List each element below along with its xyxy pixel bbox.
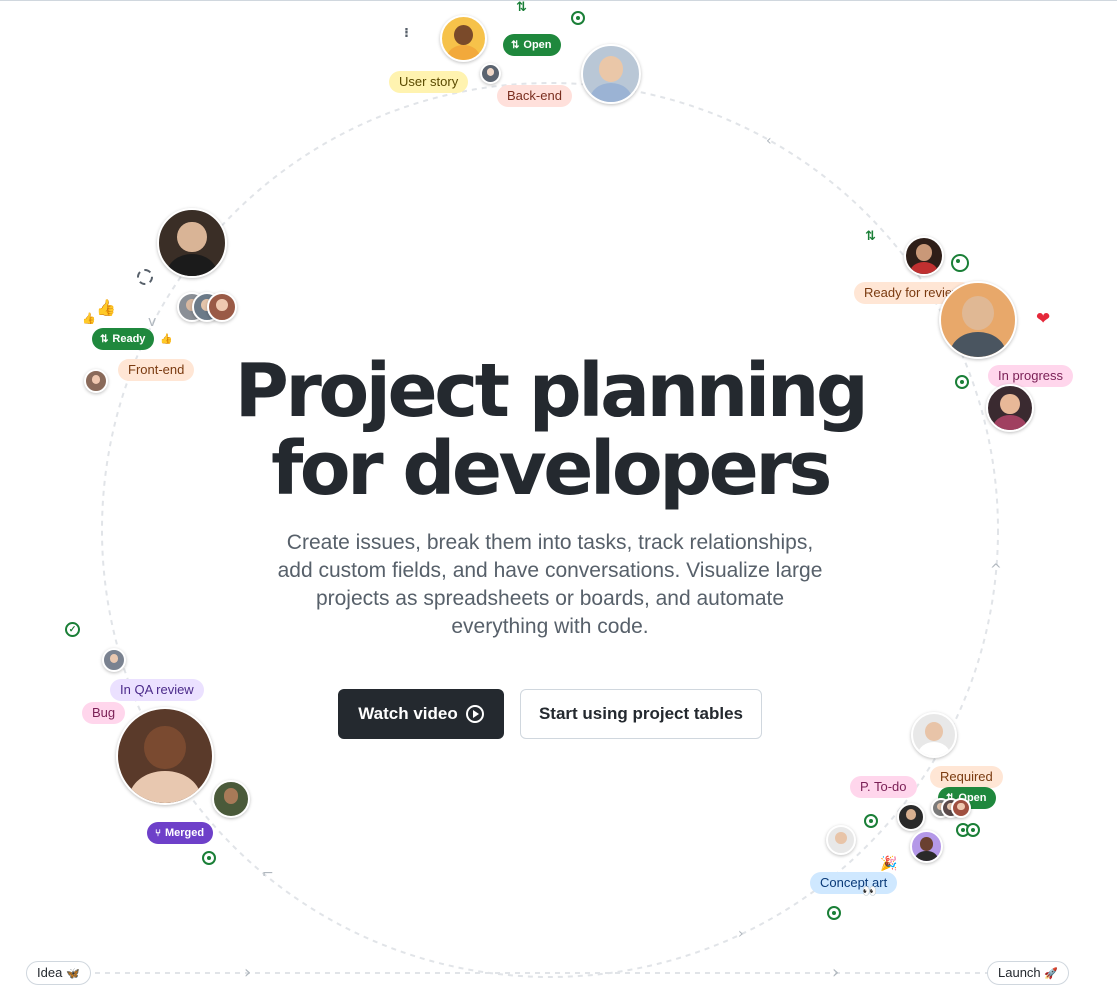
avatar (897, 803, 925, 831)
path-chevron-icon: ‹ (766, 133, 772, 149)
avatar (581, 44, 641, 104)
status-pill-open: ⇅Open (503, 34, 561, 56)
branch-icon: ⁝ (404, 26, 409, 41)
tag-bug: Bug (82, 702, 126, 724)
path-chevron-icon: › (738, 926, 744, 942)
pull-request-icon: ⇅ (865, 229, 876, 244)
watch-video-label: Watch video (358, 704, 458, 723)
open-issue-icon (955, 375, 969, 389)
avatar (440, 15, 487, 62)
path-chevron-icon: › (244, 962, 252, 983)
avatar (904, 236, 944, 276)
avatar (910, 830, 943, 863)
open-issue-icon (827, 906, 841, 920)
check-circle-icon: ✓ (65, 622, 80, 637)
heart-emoji: ❤ (1036, 309, 1051, 329)
pull-request-icon: ⇅ (516, 0, 527, 15)
tag-front-end: Front-end (118, 359, 195, 381)
avatar (826, 825, 856, 855)
tag-back-end: Back-end (497, 85, 572, 107)
play-icon (465, 705, 484, 723)
eyes-emoji: 👀 (862, 884, 877, 898)
tag-user-story: User story (389, 71, 469, 93)
start-project-tables-button[interactable]: Start using project tables (520, 689, 762, 739)
path-chevron-icon: v (148, 314, 157, 330)
milestone-launch: Launch 🚀 (987, 961, 1069, 985)
avatar (157, 208, 227, 278)
title-line-1: Project planning (234, 348, 869, 434)
thumbs-up-emoji: 👍 (82, 312, 96, 325)
avatar (939, 281, 1017, 359)
watch-video-button[interactable]: Watch video (338, 689, 504, 739)
avatar (116, 707, 214, 805)
butterfly-emoji: 🦋 (65, 967, 80, 980)
pill-label: Open (523, 39, 552, 51)
linked-issue-icon (951, 254, 969, 272)
avatar (480, 63, 501, 84)
pill-label: Ready (112, 333, 146, 345)
avatar (986, 384, 1034, 432)
open-issue-icon (202, 851, 216, 865)
tag-to-do: P. To-do (850, 776, 917, 798)
avatar (911, 712, 957, 758)
draft-issue-icon (137, 269, 153, 285)
thumbs-up-emoji: 👍 (160, 334, 173, 345)
merge-icon: ⑂ (155, 828, 161, 839)
pull-request-icon: ⇅ (511, 40, 520, 51)
thumbs-up-emoji: 👍 (96, 298, 116, 317)
hero-subtitle: Create issues, break them into tasks, tr… (277, 531, 823, 638)
avatar (84, 369, 108, 393)
status-pill-ready: ⇅ Ready (92, 328, 155, 350)
title-line-2: for developers (271, 426, 832, 512)
avatar (102, 648, 126, 672)
open-issue-icon (966, 823, 980, 837)
open-issue-icon (571, 11, 585, 25)
path-chevron-icon: › (832, 962, 840, 983)
start-tables-label: Start using project tables (538, 704, 744, 723)
tag-concept-art: Concept art (810, 872, 898, 894)
path-chevron-icon: ⌐ (262, 866, 274, 882)
milestone-idea: Idea 🦋 (26, 961, 91, 985)
avatar (951, 798, 971, 818)
milestone-launch-label: Launch (998, 965, 1041, 980)
tag-in-qa-review: In QA review (110, 679, 204, 701)
page-title: Project planning for developers (200, 352, 900, 508)
status-pill-merged: ⑂ Merged (147, 822, 214, 844)
rocket-emoji: 🚀 (1044, 967, 1058, 980)
avatar (212, 780, 250, 818)
path-chevron-icon: ^ (990, 562, 1002, 578)
avatar (207, 292, 237, 322)
open-issue-icon (864, 814, 878, 828)
tag-required: Required (930, 766, 1003, 788)
party-emoji: 🎉 (880, 856, 898, 872)
pill-label: Merged (165, 827, 205, 839)
pull-request-icon: ⇅ (100, 334, 109, 345)
milestone-idea-label: Idea (37, 965, 63, 980)
tag-in-progress: In progress (988, 365, 1074, 387)
